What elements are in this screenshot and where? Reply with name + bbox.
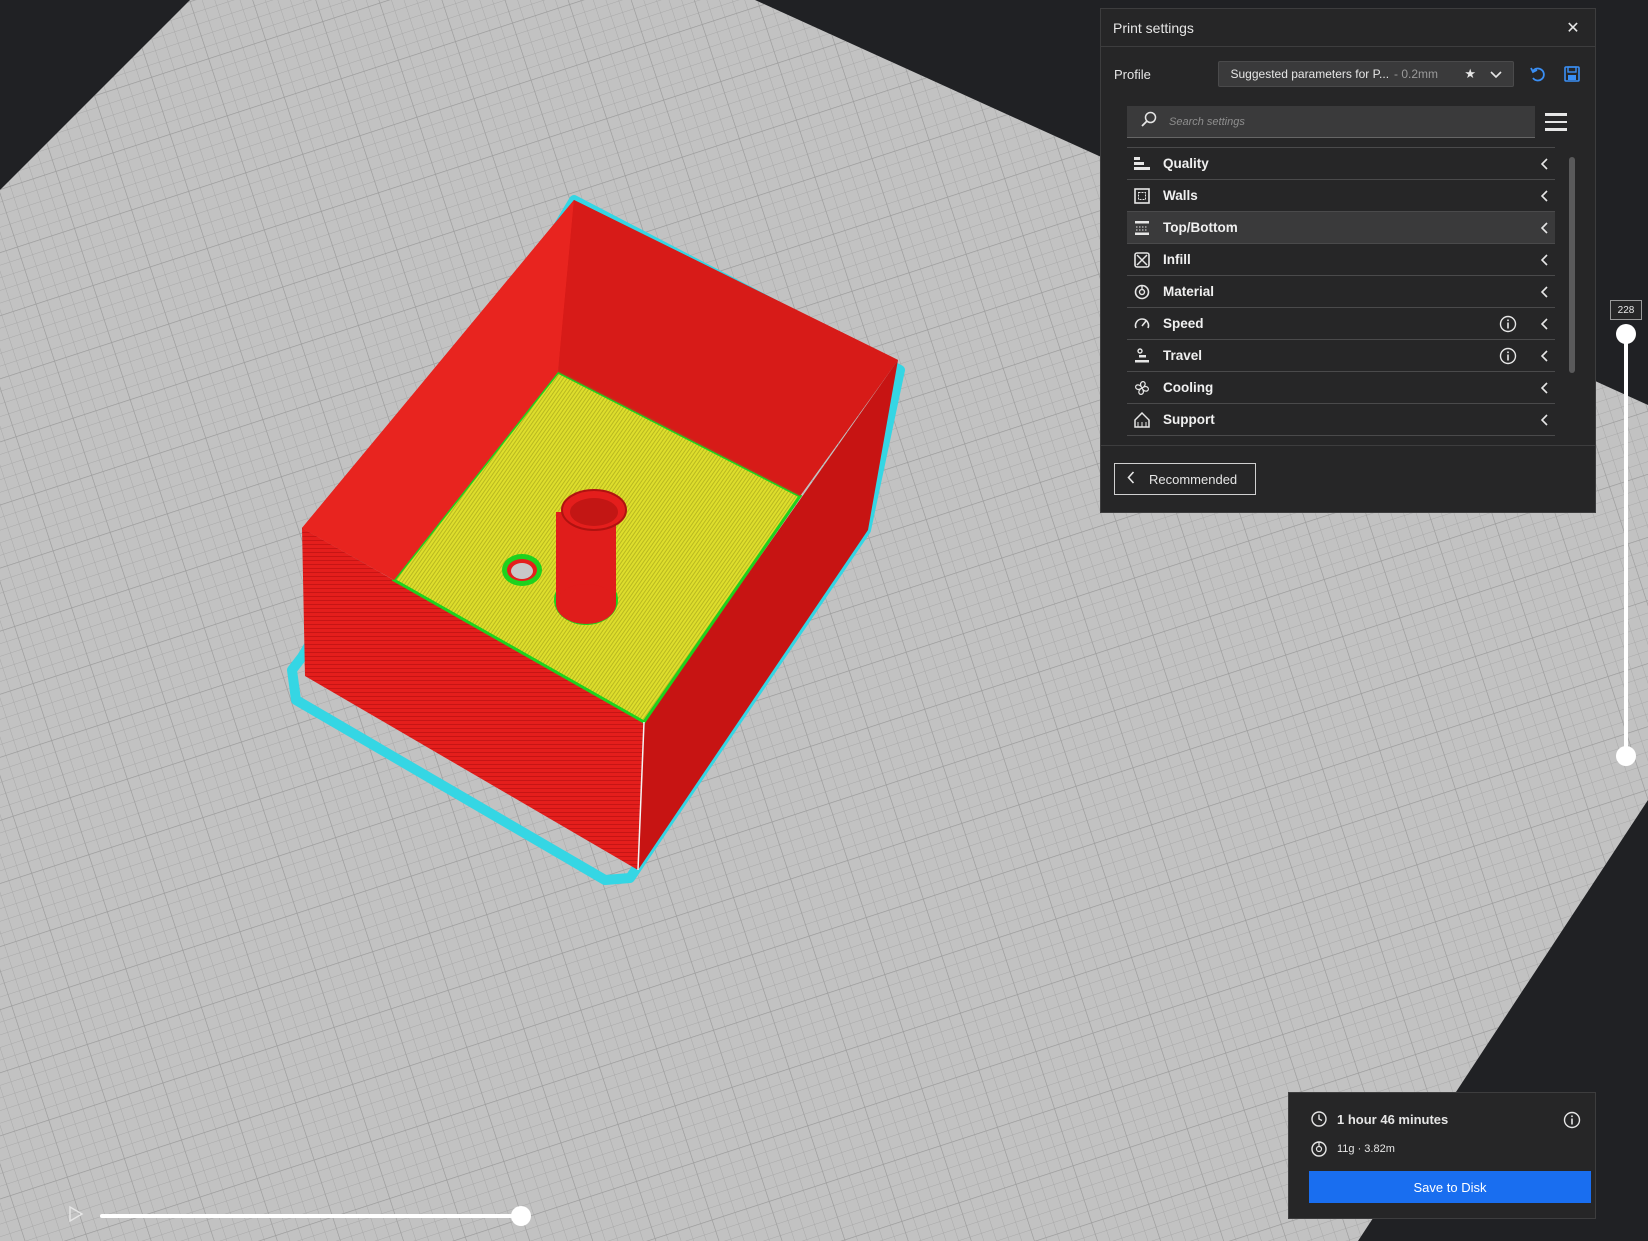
category-support[interactable]: Support [1127, 403, 1555, 435]
panel-header: Print settings ✕ [1101, 9, 1595, 47]
print-settings-panel: Print settings ✕ Profile Suggested param… [1100, 8, 1596, 513]
close-icon[interactable]: ✕ [1563, 18, 1583, 38]
save-profile-icon[interactable] [1562, 64, 1582, 84]
chevron-left-icon [1539, 285, 1551, 298]
category-label: Material [1163, 284, 1215, 299]
panel-footer: Recommended [1101, 445, 1595, 512]
category-label: Infill [1163, 252, 1191, 267]
category-label: Speed [1163, 316, 1204, 331]
category-label: Walls [1163, 188, 1198, 203]
category-walls[interactable]: Walls [1127, 179, 1555, 211]
infill-icon [1133, 251, 1151, 269]
walls-icon [1133, 187, 1151, 205]
category-travel[interactable]: Travel [1127, 339, 1555, 371]
info-icon[interactable] [1563, 1111, 1581, 1129]
search-icon [1141, 111, 1157, 132]
pillar-top-inner [570, 498, 618, 526]
profile-dropdown[interactable]: Suggested parameters for P... - 0.2mm ★ [1217, 61, 1515, 87]
timeline-handle[interactable] [511, 1206, 531, 1226]
search-input[interactable] [1169, 115, 1509, 128]
category-label: Top/Bottom [1163, 220, 1238, 235]
profile-layer-height: - 0.2mm [1394, 67, 1439, 81]
print-time: 1 hour 46 minutes [1337, 1111, 1449, 1127]
material-usage: 11g · 3.82m [1337, 1143, 1395, 1155]
speed-icon [1133, 315, 1151, 333]
chevron-left-icon [1539, 189, 1551, 202]
spool-icon [1311, 1141, 1327, 1157]
print-info-panel: 1 hour 46 minutes 11g · 3.82m Save to Di… [1288, 1092, 1596, 1219]
clock-icon [1311, 1111, 1327, 1127]
layer-slider[interactable]: 228 [1610, 298, 1648, 768]
hole [511, 563, 533, 579]
profile-row: Profile Suggested parameters for P... - … [1101, 47, 1595, 101]
quality-icon [1133, 155, 1151, 173]
layer-slider-track[interactable] [1624, 334, 1628, 758]
category-top-bottom[interactable]: Top/Bottom [1127, 211, 1555, 243]
search-box [1127, 106, 1536, 138]
profile-label: Profile [1114, 66, 1151, 82]
profile-name: Suggested parameters for P... [1230, 67, 1390, 81]
play-icon[interactable] [68, 1205, 86, 1223]
save-to-disk-button[interactable]: Save to Disk [1309, 1171, 1591, 1203]
category-infill[interactable]: Infill [1127, 243, 1555, 275]
category-label: Quality [1163, 156, 1209, 171]
chevron-left-icon [1539, 221, 1551, 234]
category-label: Support [1163, 412, 1215, 427]
pillar-base [556, 584, 616, 624]
category-cooling[interactable]: Cooling [1127, 371, 1555, 403]
simulation-timeline [60, 1198, 540, 1238]
chevron-left-icon [1539, 253, 1551, 266]
chevron-left-icon [1539, 317, 1551, 330]
info-icon[interactable] [1499, 347, 1517, 365]
chevron-down-icon[interactable] [1487, 67, 1505, 82]
category-label: Travel [1163, 348, 1203, 363]
category-quality[interactable]: Quality [1127, 147, 1555, 179]
material-usage-row: 11g · 3.82m [1311, 1141, 1395, 1157]
category-speed[interactable]: Speed [1127, 307, 1555, 339]
cooling-icon [1133, 379, 1151, 397]
recommended-button[interactable]: Recommended [1114, 463, 1256, 495]
top-bottom-icon [1133, 219, 1151, 237]
support-icon [1133, 411, 1151, 429]
panel-title: Print settings [1113, 19, 1194, 36]
timeline-track[interactable] [100, 1214, 520, 1218]
travel-icon [1133, 347, 1151, 365]
info-icon[interactable] [1499, 315, 1517, 333]
chevron-left-icon [1539, 413, 1551, 426]
chevron-left-icon [1539, 381, 1551, 394]
chevron-left-icon [1539, 349, 1551, 362]
layer-value: 228 [1610, 300, 1642, 320]
recommended-label: Recommended [1149, 471, 1238, 487]
layer-slider-bottom-handle[interactable] [1616, 746, 1636, 766]
chevron-left-icon [1539, 157, 1551, 170]
settings-category-list: Quality Walls Top/Bottom Infill Material… [1127, 147, 1555, 453]
star-icon[interactable]: ★ [1461, 66, 1479, 82]
settings-scrollbar[interactable] [1569, 157, 1575, 373]
print-time-row: 1 hour 46 minutes [1311, 1111, 1448, 1127]
layer-slider-top-handle[interactable] [1616, 324, 1636, 344]
category-material[interactable]: Material [1127, 275, 1555, 307]
material-icon [1133, 283, 1151, 301]
category-label: Cooling [1163, 380, 1214, 395]
reset-icon[interactable] [1528, 64, 1548, 84]
chevron-left-icon [1127, 471, 1135, 487]
settings-menu-icon[interactable] [1545, 109, 1571, 135]
search-row [1101, 101, 1595, 143]
